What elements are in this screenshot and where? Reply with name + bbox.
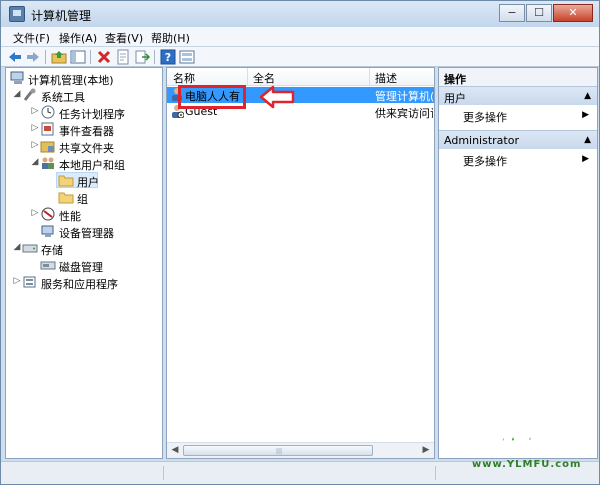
- tools-icon: [23, 88, 36, 101]
- storage-icon: [22, 244, 38, 253]
- collapse-arrow-icon[interactable]: ▲: [584, 135, 591, 145]
- disk-icon: [40, 261, 56, 270]
- svg-text:?: ?: [165, 51, 171, 64]
- tree-label: 磁盘管理: [59, 261, 103, 274]
- tree-label: 设备管理器: [59, 227, 114, 240]
- actions-header: 操作: [439, 68, 597, 86]
- view-icon[interactable]: [179, 49, 195, 65]
- watermark-url: www.YLMFU.com: [472, 459, 582, 470]
- menu-file[interactable]: 文件(F): [13, 30, 50, 46]
- properties-icon[interactable]: [115, 49, 131, 65]
- tree-label: 任务计划程序: [59, 108, 125, 121]
- tree-label: 事件查看器: [59, 125, 114, 138]
- up-folder-icon[interactable]: [51, 49, 67, 65]
- performance-icon: [41, 207, 55, 221]
- maximize-button[interactable]: ☐: [526, 4, 552, 22]
- column-header-name[interactable]: 名称: [173, 70, 195, 86]
- scrollbar-thumb[interactable]: |||: [183, 445, 373, 456]
- shared-folder-icon: [40, 141, 55, 153]
- scroll-left-icon[interactable]: ◀: [167, 443, 183, 458]
- title-bar: 计算机管理 − ☐ ✕: [1, 1, 599, 27]
- column-divider[interactable]: [369, 68, 370, 86]
- window-controls: − ☐ ✕: [498, 4, 593, 22]
- folder-icon: [58, 192, 74, 204]
- back-icon[interactable]: [7, 49, 23, 65]
- tree-label: 用户: [77, 176, 99, 189]
- action-group-title: 用户: [444, 92, 466, 105]
- scroll-right-icon[interactable]: ▶: [418, 443, 434, 458]
- toolbar-separator: [154, 50, 155, 64]
- more-actions-link[interactable]: 更多操作: [463, 153, 507, 169]
- submenu-arrow-icon: ▶: [582, 110, 589, 120]
- help-icon[interactable]: ?: [160, 49, 176, 65]
- forward-icon[interactable]: [25, 49, 41, 65]
- action-group-title: Administrator: [444, 134, 519, 147]
- column-header-description[interactable]: 描述: [375, 70, 397, 86]
- export-icon[interactable]: [134, 49, 150, 65]
- expanded-arrow-icon[interactable]: ◢: [12, 89, 22, 99]
- collapsed-arrow-icon[interactable]: ▷: [30, 123, 40, 133]
- collapsed-arrow-icon[interactable]: ▷: [30, 140, 40, 150]
- tree-label: 系统工具: [41, 91, 85, 104]
- expanded-arrow-icon[interactable]: ◢: [30, 157, 40, 167]
- services-icon: [23, 276, 36, 288]
- collapsed-arrow-icon[interactable]: ▷: [30, 106, 40, 116]
- horizontal-scrollbar[interactable]: ◀ ||| ▶: [167, 442, 434, 458]
- collapsed-arrow-icon[interactable]: ▷: [30, 208, 40, 218]
- action-group-administrator[interactable]: Administrator ▲: [439, 130, 597, 149]
- scrollbar-grip: |||: [276, 448, 283, 455]
- users-group-icon: [42, 157, 54, 169]
- toolbar-separator: [45, 50, 46, 64]
- computer-management-window: 计算机管理 − ☐ ✕ 文件(F) 操作(A) 查看(V) 帮助(H) ? 计算…: [0, 0, 600, 485]
- users-list: 名称 全名 描述 电脑人人有 管理计算机(域 Guest 供来宾访问计 ◀ ||…: [166, 67, 435, 459]
- clock-icon: [41, 105, 55, 119]
- action-group-users[interactable]: 用户 ▲: [439, 86, 597, 105]
- delete-icon[interactable]: [96, 49, 112, 65]
- window-title: 计算机管理: [31, 9, 92, 23]
- collapse-arrow-icon[interactable]: ▲: [584, 91, 591, 101]
- user-description: 管理计算机(域: [375, 90, 433, 103]
- status-divider: [435, 466, 436, 480]
- computer-icon: [10, 71, 24, 84]
- minimize-button[interactable]: −: [499, 4, 525, 22]
- close-button[interactable]: ✕: [553, 4, 593, 22]
- watermark-logo: 雨林木风 www.YLMFU.com: [466, 426, 596, 481]
- red-highlight-box: [178, 85, 246, 109]
- tree-label: 共享文件夹: [59, 142, 114, 155]
- red-arrow-icon: [259, 85, 295, 109]
- tree-label: 服务和应用程序: [41, 278, 118, 291]
- event-viewer-icon: [41, 122, 54, 136]
- tree-label: 性能: [59, 210, 81, 223]
- console-tree: 计算机管理(本地) ◢ 系统工具 ▷ 任务计划程序 ▷ 事件查看器 ▷ 共享文件…: [5, 67, 163, 459]
- menu-bar: 文件(F) 操作(A) 查看(V) 帮助(H): [1, 27, 599, 47]
- menu-action[interactable]: 操作(A): [59, 30, 97, 46]
- actions-pane: 操作 用户 ▲ 更多操作 ▶ Administrator ▲ 更多操作 ▶: [438, 67, 598, 459]
- menu-view[interactable]: 查看(V): [105, 30, 143, 46]
- column-divider[interactable]: [247, 68, 248, 86]
- tree-label: 组: [77, 193, 88, 206]
- device-manager-icon: [41, 225, 54, 237]
- menu-help[interactable]: 帮助(H): [151, 30, 190, 46]
- toolbar: ?: [1, 47, 599, 67]
- tree-label: 本地用户和组: [59, 159, 125, 172]
- tree-label: 计算机管理(本地): [28, 74, 114, 87]
- show-tree-icon[interactable]: [70, 49, 86, 65]
- collapsed-arrow-icon[interactable]: ▷: [12, 276, 22, 286]
- computer-management-icon: [9, 6, 25, 22]
- column-header-fullname[interactable]: 全名: [253, 70, 275, 86]
- folder-icon: [58, 175, 74, 187]
- watermark-logo-text: 雨林木风: [476, 430, 564, 455]
- column-headers: 名称 全名 描述: [167, 68, 434, 86]
- more-actions-link[interactable]: 更多操作: [463, 109, 507, 125]
- user-description: 供来宾访问计: [375, 107, 433, 120]
- submenu-arrow-icon: ▶: [582, 154, 589, 164]
- tree-label: 存储: [41, 244, 63, 257]
- expanded-arrow-icon[interactable]: ◢: [12, 242, 22, 252]
- toolbar-separator: [90, 50, 91, 64]
- status-divider: [163, 466, 164, 480]
